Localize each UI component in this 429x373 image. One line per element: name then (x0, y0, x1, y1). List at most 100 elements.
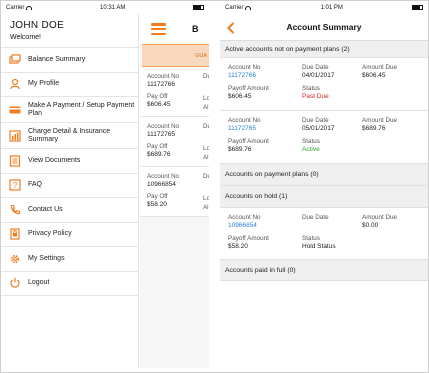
menu-label: FAQ (28, 181, 43, 189)
account-row[interactable]: Account No 11172765 Due Date 05/01/2017 Am… (220, 111, 428, 164)
amount-due-label: Amount Due (362, 117, 398, 124)
payoff-label: Payoff Amount (228, 138, 269, 145)
right-phone-screen: Carrier 1:01 PM Account Summary Active a… (220, 1, 428, 368)
peek-payoff-label: Pay Off (147, 193, 168, 200)
peek-side-text: Du (203, 73, 209, 80)
peek-payoff: $58.20 (147, 201, 167, 208)
menu-item-my-profile[interactable]: My Profile (1, 73, 138, 97)
peek-title: B (192, 24, 199, 34)
status-value: Past Due (302, 93, 329, 100)
phone-icon (9, 204, 21, 216)
status-value: Active (302, 146, 320, 153)
account-row[interactable]: Account No 10966854 Due Date Amount Due $0… (220, 208, 428, 260)
logout-icon (9, 277, 21, 289)
account-row[interactable]: Account No 11172766 Due Date 04/01/2017 Am… (220, 58, 428, 111)
menu-item-faq[interactable]: ? FAQ (1, 174, 138, 198)
carrier-label: Carrier (225, 4, 244, 11)
payoff-value: $606.45 (228, 93, 252, 100)
menu-label: Contact Us (28, 205, 63, 213)
peek-side-text: Al (203, 154, 209, 161)
hamburger-menu-icon[interactable] (151, 23, 166, 35)
menu-item-logout[interactable]: Logout (1, 272, 138, 296)
wifi-icon (26, 5, 33, 10)
menu-label: My Settings (28, 254, 65, 262)
peek-side-text: Du (203, 173, 209, 180)
peek-side-text: Lo (203, 145, 209, 152)
account-no-link[interactable]: 11172766 (228, 72, 302, 79)
amount-due-label: Amount Due (362, 64, 398, 71)
amount-due-value: $689.76 (362, 125, 386, 132)
peek-payoff-label: Pay Off (147, 143, 168, 150)
side-menu: JOHN DOE Welcome! Balance Summary My Pro… (1, 14, 139, 368)
nav-bar: Account Summary (220, 14, 428, 41)
battery-icon (192, 5, 204, 10)
amount-due-value: $0.00 (362, 222, 379, 229)
due-date-label: Due Date (302, 64, 329, 71)
chart-icon (9, 129, 21, 142)
menu-item-balance-summary[interactable]: Balance Summary (1, 48, 138, 73)
profile-icon (9, 78, 21, 90)
menu-label: View Documents (28, 156, 81, 164)
account-no-link[interactable]: 10966854 (228, 222, 302, 229)
card-icon (9, 104, 21, 116)
menu-label: Logout (28, 279, 50, 287)
status-value: Hold Status (302, 243, 336, 250)
amount-due-value: $606.45 (362, 72, 386, 79)
peek-side-text: Al (203, 104, 209, 111)
peek-payoff: $606.45 (147, 101, 171, 108)
menu-label: Balance Summary (28, 55, 86, 63)
peek-card: Account No11172766 Pay Off$606.45 Du Lo … (140, 67, 209, 117)
peek-account-no: 11172766 (147, 81, 175, 88)
section-header-paid: Accounts paid in full (0) (220, 260, 428, 281)
account-no-label: Account No (228, 117, 261, 124)
peek-side-text: Lo (203, 195, 209, 202)
peek-payoff-label: Pay Off (147, 93, 168, 100)
status-label: Status (302, 235, 320, 242)
peek-account-no: 10966854 (147, 181, 176, 188)
due-date-value: 04/01/2017 (302, 72, 335, 79)
account-no-label: Account No (228, 214, 261, 221)
wifi-icon (245, 5, 252, 10)
status-time: 10:31 AM (99, 4, 126, 11)
menu-item-view-documents[interactable]: View Documents (1, 149, 138, 174)
svg-text:?: ? (13, 181, 18, 190)
peek-account-label: Account No (147, 73, 179, 80)
peek-account-label: Account No (147, 173, 179, 180)
due-date-label: Due Date (302, 117, 329, 124)
status-time: 1:01 PM (320, 4, 343, 11)
menu-item-make-payment[interactable]: Make A Payment / Setup Payment Plan (1, 97, 138, 123)
menu-list: Balance Summary My Profile Make A Paymen… (1, 47, 138, 296)
back-arrow-icon[interactable] (226, 21, 236, 34)
payoff-label: Payoff Amount (228, 85, 269, 92)
peek-card: Account No11172765 Pay Off$689.76 Du Lo … (140, 117, 209, 167)
payoff-label: Payoff Amount (228, 235, 269, 242)
peek-card: Account No10966854 Pay Off$58.20 Du Lo A… (140, 167, 209, 217)
menu-label: Privacy Policy (28, 230, 72, 238)
underlying-screen-peek[interactable]: B GUA Account No 11172766 Pay Off $606.45 … (140, 14, 209, 368)
payoff-value: $689.76 (228, 146, 252, 153)
left-phone-screen: Carrier 10:31 AM JOHN DOE Welcome! Balan… (1, 1, 209, 368)
peek-banner: GUA (142, 44, 209, 67)
welcome-text: Welcome! (10, 34, 41, 41)
peek-account-no: 11172765 (147, 131, 175, 138)
carrier-label: Carrier (6, 4, 25, 11)
menu-item-charge-detail[interactable]: Charge Detail & Insurance Summary (1, 123, 138, 149)
account-no-label: Account No (228, 64, 261, 71)
menu-item-my-settings[interactable]: My Settings (1, 247, 138, 272)
menu-label: My Profile (28, 80, 60, 88)
peek-account-label: Account No (147, 123, 179, 130)
due-date-label: Due Date (302, 214, 329, 221)
documents-icon (9, 155, 21, 167)
status-bar: Carrier 1:01 PM (220, 1, 428, 14)
menu-label: Make A Payment / Setup Payment Plan (28, 101, 135, 117)
peek-payoff: $689.76 (147, 151, 171, 158)
status-label: Status (302, 85, 320, 92)
peek-side-text: Du (203, 123, 209, 130)
user-name: JOHN DOE (10, 20, 65, 31)
account-no-link[interactable]: 11172765 (228, 125, 302, 132)
status-bar: Carrier 10:31 AM (1, 1, 209, 14)
payoff-value: $58.20 (228, 243, 248, 250)
section-header-active: Active accounts not on payment plans (2) (220, 41, 428, 58)
menu-item-privacy-policy[interactable]: Privacy Policy (1, 223, 138, 247)
menu-item-contact-us[interactable]: Contact Us (1, 198, 138, 223)
